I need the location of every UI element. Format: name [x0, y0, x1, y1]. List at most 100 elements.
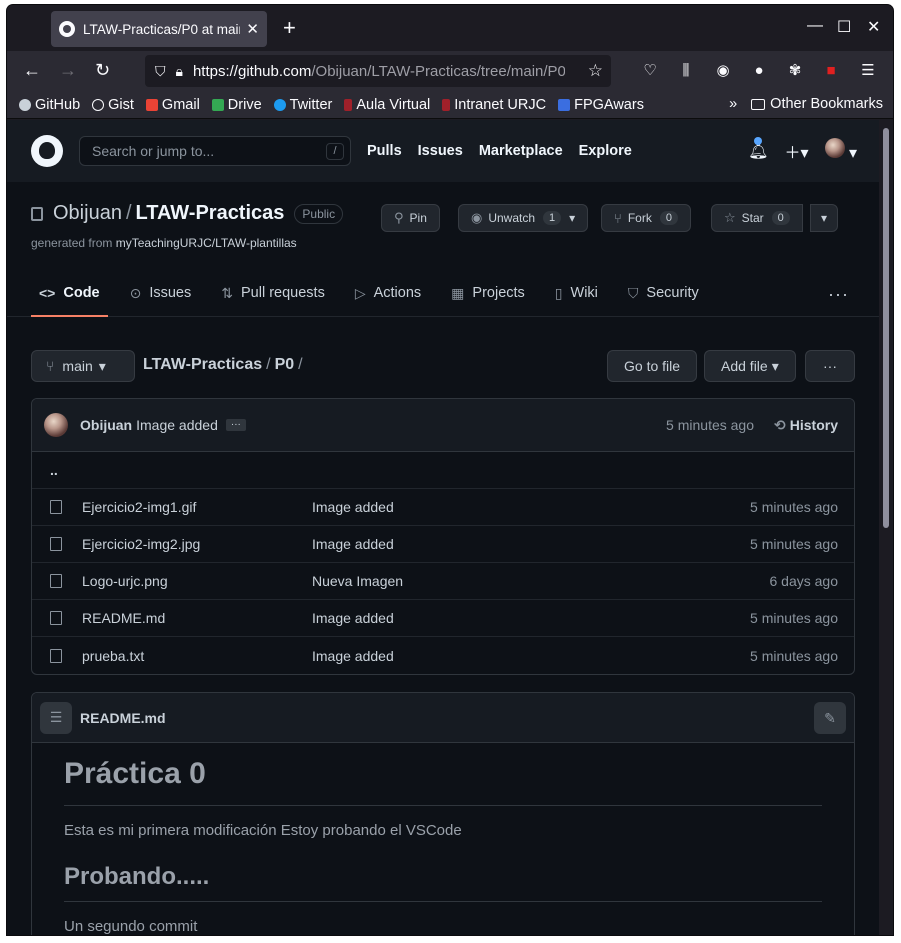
github-extension-icon[interactable]: ● [750, 62, 768, 80]
bookmark-gmail[interactable]: Gmail [145, 97, 200, 113]
avatar[interactable] [44, 413, 68, 437]
tab-close-icon[interactable]: ✕ [246, 20, 259, 38]
bookmark-github[interactable]: GitHub [19, 97, 80, 113]
nav-issues[interactable]: Issues [418, 143, 463, 159]
file-name[interactable]: Ejercicio2-img1.gif [82, 499, 312, 515]
file-row[interactable]: Ejercicio2-img2.jpg Image added 5 minute… [32, 526, 854, 563]
file-name[interactable]: Logo-urjc.png [82, 573, 312, 589]
file-icon [50, 574, 62, 588]
bookmark-fpgawars[interactable]: FPGAwars [558, 97, 644, 113]
repo-owner-link[interactable]: Obijuan [53, 202, 122, 225]
commit-expand-button[interactable]: ··· [225, 419, 246, 431]
breadcrumb-repo-link[interactable]: LTAW-Practicas [143, 356, 262, 373]
user-menu[interactable]: ▾ [824, 138, 857, 163]
star-button[interactable]: ☆ Star 0 [711, 204, 803, 232]
bookmark-drive[interactable]: Drive [211, 97, 262, 113]
lock-icon[interactable]: 🔒︎ [176, 63, 183, 80]
more-tabs-icon[interactable]: ··· [828, 284, 849, 305]
notification-dot [754, 136, 763, 145]
page-scrollbar[interactable] [879, 120, 893, 935]
forward-button[interactable]: → [59, 60, 77, 80]
bookmark-aula-virtual[interactable]: Aula Virtual [344, 97, 430, 113]
new-tab-button[interactable]: + [283, 17, 296, 39]
star-list-dropdown[interactable]: ▾ [810, 204, 839, 232]
browser-tab[interactable]: LTAW-Practicas/P0 at main ✕ [51, 11, 267, 47]
other-bookmarks[interactable]: Other Bookmarks [770, 96, 883, 112]
file-name[interactable]: Ejercicio2-img2.jpg [82, 536, 312, 552]
extension-circle-icon[interactable]: ◉ [714, 62, 732, 80]
commit-time[interactable]: 5 minutes ago [666, 417, 754, 433]
bookmark-twitter[interactable]: Twitter [273, 97, 332, 113]
tab-code[interactable]: <> Code [31, 270, 108, 317]
file-icon [50, 611, 62, 625]
bookmark-star-icon[interactable]: ☆ [588, 61, 603, 81]
more-bookmarks-chevron-icon[interactable]: » [729, 96, 737, 112]
notifications-bell-icon[interactable]: 🔔︎ [748, 136, 768, 161]
create-new-plus-icon[interactable]: ＋▾ [784, 139, 808, 163]
go-to-file-button[interactable]: Go to file [607, 350, 698, 382]
readme-title[interactable]: README.md [80, 710, 166, 726]
template-repo-link[interactable]: myTeachingURJC/LTAW-plantillas [116, 236, 297, 250]
extension-red-icon[interactable]: ■ [822, 62, 840, 80]
bookmark-gist[interactable]: Gist [92, 97, 134, 113]
library-icon[interactable]: ⫼ [677, 62, 695, 80]
tab-wiki[interactable]: ▯ Wiki [547, 270, 606, 316]
file-commit-message[interactable]: Image added [312, 648, 394, 664]
github-logo-icon[interactable] [31, 135, 63, 167]
add-file-button[interactable]: Add file ▾ [704, 350, 796, 382]
github-favicon-icon [59, 21, 75, 37]
maximize-button[interactable]: ☐ [837, 17, 851, 37]
file-commit-message[interactable]: Image added [312, 536, 394, 552]
readme-header: ☰ README.md ✎ [32, 693, 854, 743]
tab-projects[interactable]: ▦ Projects [443, 270, 533, 316]
file-commit-message[interactable]: Image added [312, 499, 394, 515]
file-commit-message[interactable]: Nueva Imagen [312, 573, 403, 589]
commit-author[interactable]: Obijuan [80, 417, 132, 433]
file-row[interactable]: Logo-urjc.png Nueva Imagen 6 days ago [32, 563, 854, 600]
file-icon [50, 500, 62, 514]
repo-title-separator: / [125, 202, 132, 224]
parent-directory-link[interactable]: .. [32, 452, 854, 489]
tab-pull-requests[interactable]: ⇅ Pull requests [213, 270, 333, 316]
file-row[interactable]: README.md Image added 5 minutes ago [32, 600, 854, 637]
tab-actions[interactable]: ▷ Actions [347, 270, 429, 316]
file-name[interactable]: prueba.txt [82, 648, 312, 664]
more-options-button[interactable]: ··· [805, 350, 855, 382]
close-window-button[interactable]: ✕ [867, 17, 880, 37]
extension-icon[interactable]: ✾ [786, 62, 804, 80]
pocket-icon[interactable]: ♡ [641, 62, 659, 80]
fork-button[interactable]: ⑂ Fork 0 [601, 204, 691, 232]
repo-title: Obijuan / LTAW-Practicas Public [31, 202, 344, 225]
file-commit-message[interactable]: Image added [312, 610, 394, 626]
tab-security[interactable]: ⛉ Security [620, 270, 707, 316]
file-name[interactable]: README.md [82, 610, 312, 626]
globe-icon [92, 98, 105, 111]
avatar[interactable] [824, 138, 845, 158]
branch-select-button[interactable]: ⑂ main ▾ [31, 350, 135, 382]
nav-marketplace[interactable]: Marketplace [479, 143, 563, 159]
bookmark-intranet-urjc[interactable]: Intranet URJC [442, 97, 546, 113]
menu-icon[interactable]: ☰ [859, 62, 877, 80]
url-text[interactable]: https://github.com/Obijuan/LTAW-Practica… [193, 63, 565, 80]
nav-explore[interactable]: Explore [579, 143, 632, 159]
pin-button[interactable]: ⚲ Pin [381, 204, 440, 232]
nav-pulls[interactable]: Pulls [367, 143, 402, 159]
outline-list-icon[interactable]: ☰ [40, 701, 72, 734]
unwatch-button[interactable]: ◉ Unwatch 1 ▾ [458, 204, 589, 232]
edit-pencil-icon[interactable]: ✎ [814, 702, 846, 734]
readme-panel: ☰ README.md ✎ Práctica 0 Esta es mi prim… [31, 692, 855, 935]
file-age: 5 minutes ago [750, 610, 838, 626]
history-link[interactable]: ⟲ History [774, 417, 838, 434]
back-button[interactable]: ← [23, 60, 41, 80]
search-input[interactable]: Search or jump to... / [79, 136, 351, 166]
url-bar[interactable]: ⛉ 🔒︎ https://github.com/Obijuan/LTAW-Pra… [145, 55, 611, 87]
tab-issues[interactable]: ⊙ Issues [122, 270, 200, 316]
repo-name-link[interactable]: LTAW-Practicas [136, 202, 285, 225]
reload-button[interactable]: ↻ [95, 60, 110, 80]
scrollbar-thumb[interactable] [883, 128, 889, 528]
file-row[interactable]: Ejercicio2-img1.gif Image added 5 minute… [32, 489, 854, 526]
file-row[interactable]: prueba.txt Image added 5 minutes ago [32, 637, 854, 674]
minimize-button[interactable]: — [807, 17, 823, 35]
shield-icon[interactable]: ⛉ [155, 63, 166, 80]
commit-message[interactable]: Image added [136, 417, 218, 433]
